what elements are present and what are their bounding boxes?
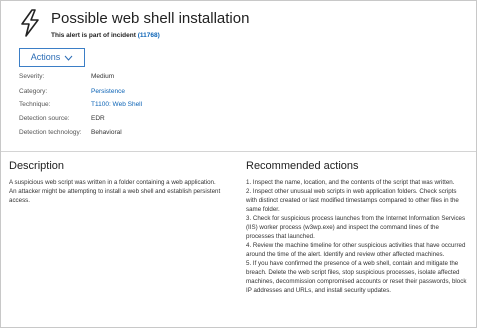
- lightning-bolt-icon: [21, 9, 39, 37]
- category-link[interactable]: Persistence: [91, 88, 125, 95]
- detail-value: EDR: [91, 115, 105, 122]
- list-item: 5. If you have confirmed the presence of…: [246, 260, 467, 294]
- incident-link[interactable]: (11768): [138, 32, 160, 39]
- incident-reference: This alert is part of incident (11768): [51, 32, 160, 39]
- technique-link[interactable]: T1100: Web Shell: [91, 101, 142, 108]
- description-text: A suspicious web script was written in a…: [9, 179, 221, 204]
- detail-value: Medium: [91, 73, 115, 80]
- alert-body: Description A suspicious web script was …: [1, 152, 476, 327]
- description-heading: Description: [9, 160, 65, 172]
- alert-detail-window: Possible web shell installation This ale…: [0, 0, 477, 328]
- actions-button[interactable]: Actions: [19, 48, 85, 67]
- alert-title: Possible web shell installation: [51, 10, 250, 27]
- list-item: 3. Check for suspicious process launches…: [246, 215, 466, 240]
- detail-label: Category:: [19, 88, 48, 95]
- recommended-actions-list: 1. Inspect the name, location, and the c…: [246, 178, 468, 295]
- detail-label: Severity:: [19, 73, 45, 80]
- detail-row-detection-source: Detection source: EDR: [19, 115, 319, 126]
- list-item: 1. Inspect the name, location, and the c…: [246, 179, 455, 186]
- incident-prefix: This alert is part of incident: [51, 32, 138, 39]
- list-item: 2. Inspect other unusual web scripts in …: [246, 188, 459, 213]
- alert-header-panel: Possible web shell installation This ale…: [1, 1, 476, 152]
- detail-label: Detection technology:: [19, 129, 82, 136]
- detail-row-category: Category: Persistence: [19, 88, 319, 99]
- recommended-actions-heading: Recommended actions: [246, 160, 359, 172]
- detail-row-detection-technology: Detection technology: Behavioral: [19, 129, 319, 140]
- detail-label: Technique:: [19, 101, 51, 108]
- detail-row-severity: Severity: Medium: [19, 73, 319, 84]
- list-item: 4. Review the machine timeline for other…: [246, 242, 466, 258]
- detail-row-technique: Technique: T1100: Web Shell: [19, 101, 319, 112]
- detail-value: Behavioral: [91, 129, 122, 136]
- detail-label: Detection source:: [19, 115, 70, 122]
- actions-button-label: Actions: [30, 52, 61, 62]
- chevron-down-icon: [64, 49, 73, 66]
